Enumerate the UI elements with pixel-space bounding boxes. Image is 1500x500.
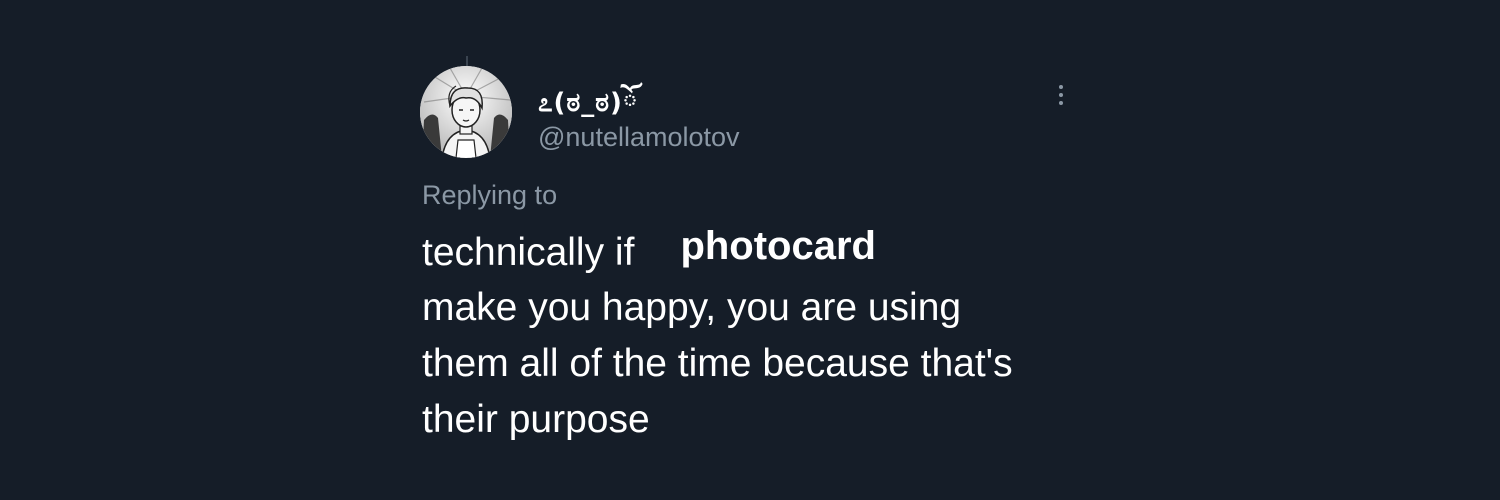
avatar[interactable] xyxy=(420,66,512,158)
reply-tweet: ೭(ಠ_ಠ)ོ @nutellamolotov Replying to tech… xyxy=(420,66,1080,446)
avatar-drawing-icon xyxy=(420,66,512,158)
user-handle[interactable]: @nutellamolotov xyxy=(538,122,740,153)
tweet-text-line-2: make you happy, you are using xyxy=(422,286,962,329)
tweet-text-line-3: them all of the time because that's xyxy=(422,342,1013,385)
replying-to-label: Replying to xyxy=(422,180,558,210)
thread-connector-line xyxy=(466,56,468,66)
tweet-text-line: technically if photocard xyxy=(422,224,1082,280)
tweet-text-line-4: their purpose xyxy=(422,398,650,441)
overlay-label: photocard xyxy=(680,224,876,268)
tweet-text-line-1: technically if xyxy=(422,231,635,274)
tweet-text: technically if photocard make you happy, … xyxy=(422,224,1082,448)
more-vertical-icon[interactable] xyxy=(1046,80,1076,110)
